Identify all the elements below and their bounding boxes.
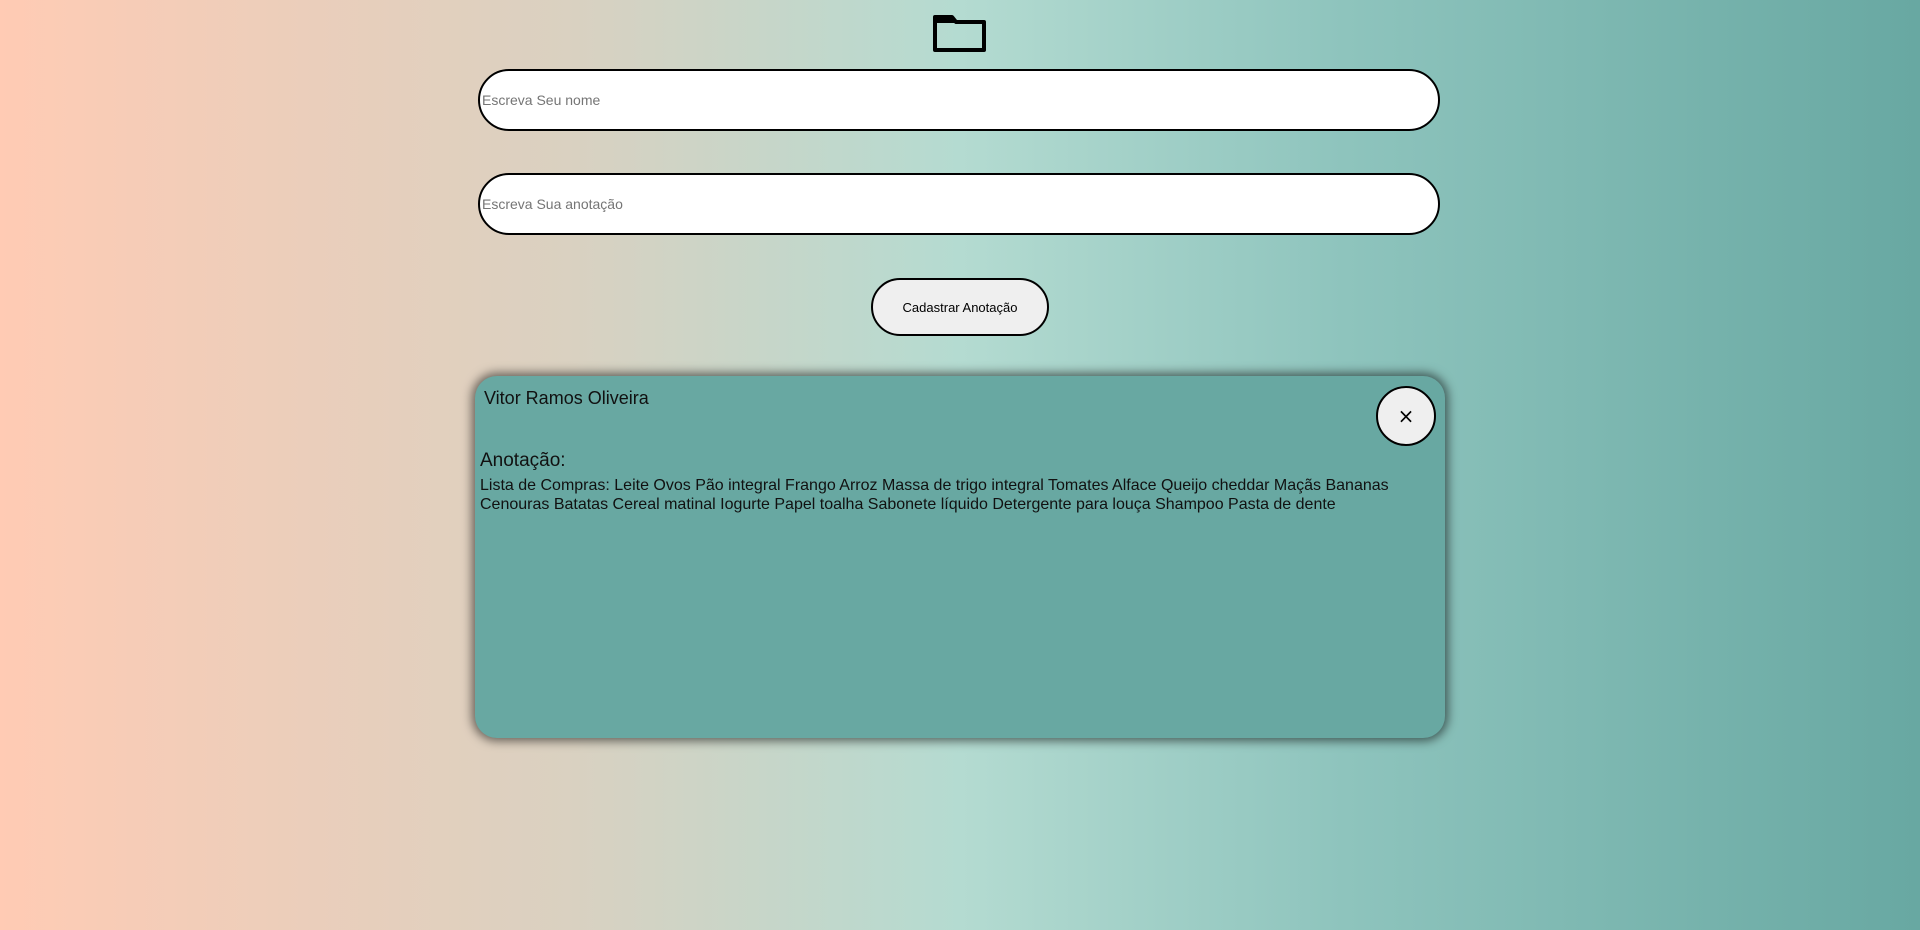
close-icon: × (1397, 404, 1415, 428)
close-note-button[interactable]: × (1376, 386, 1436, 446)
folder-icon (933, 15, 986, 52)
note-body: Lista de Compras: Leite Ovos Pão integra… (480, 477, 1389, 513)
note-card: Vitor Ramos Oliveira × Anotação: Lista d… (475, 376, 1445, 738)
note-author: Vitor Ramos Oliveira (484, 388, 649, 408)
note-heading: Anotação: (480, 450, 566, 471)
name-input[interactable] (478, 69, 1440, 131)
register-note-button[interactable]: Cadastrar Anotação (871, 278, 1049, 336)
note-input[interactable] (478, 173, 1440, 235)
